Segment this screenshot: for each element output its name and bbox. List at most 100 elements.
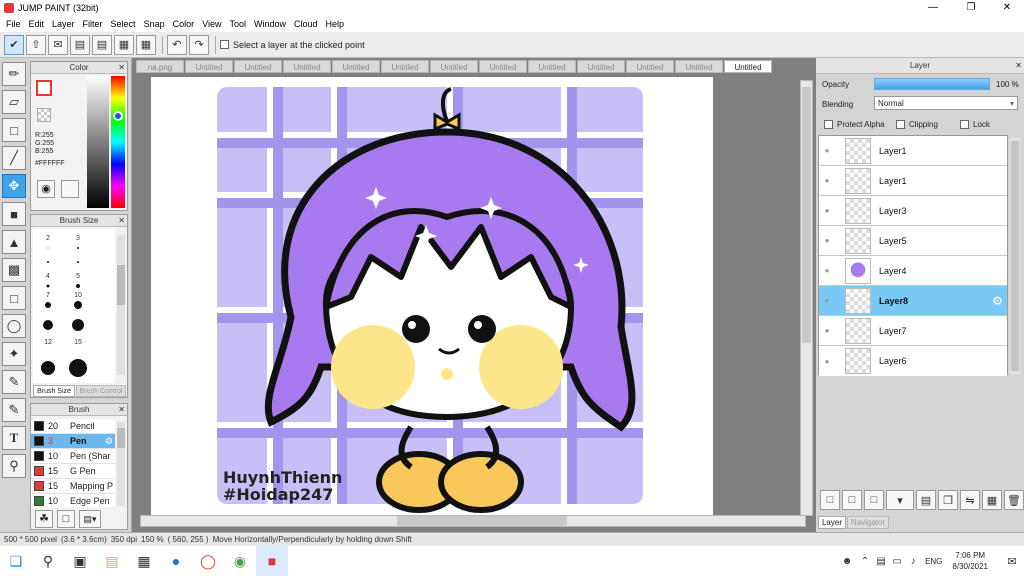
filter-icon[interactable]: ▦ <box>114 34 134 55</box>
select-pen-tool-icon[interactable]: ✎ <box>2 370 26 394</box>
tab-document[interactable]: Untitled <box>626 60 674 73</box>
brush-item[interactable]: 10 Edge Pen <box>31 494 115 507</box>
visibility-icon[interactable]: ● <box>819 146 835 155</box>
lock-checkbox[interactable] <box>960 120 969 130</box>
layer-list-scrollbar[interactable] <box>1010 138 1020 374</box>
layer-row[interactable]: ● Layer6 <box>819 346 1007 376</box>
menu-color[interactable]: Color <box>169 19 199 29</box>
brush-list-scrollbar[interactable] <box>117 422 125 506</box>
visibility-icon[interactable]: ● <box>819 206 835 215</box>
new-layer-icon[interactable]: □ <box>820 490 840 510</box>
brush-size-option[interactable] <box>63 358 93 382</box>
tab-document[interactable]: Untitled <box>528 60 576 73</box>
pen-tool-icon[interactable]: ✏ <box>2 62 26 86</box>
redo-icon[interactable]: ↷ <box>189 34 209 55</box>
visibility-icon[interactable]: ● <box>819 176 835 185</box>
brush-size-scrollbar[interactable] <box>117 235 125 375</box>
lock-option[interactable]: Lock <box>960 120 990 130</box>
new-raster-layer-icon[interactable]: □ <box>842 490 862 510</box>
maximize-button[interactable]: ❐ <box>954 0 988 16</box>
export-icon[interactable]: ⇧ <box>26 34 46 55</box>
merge-layer-icon[interactable]: ⇋ <box>960 490 980 510</box>
menu-tool[interactable]: Tool <box>225 19 250 29</box>
new-brush-icon[interactable]: □ <box>57 510 75 528</box>
new-text-layer-icon[interactable]: □ <box>864 490 884 510</box>
battery-icon[interactable]: ▭ <box>889 546 905 576</box>
lasso-tool-icon[interactable]: ◯ <box>2 314 26 338</box>
menu-window[interactable]: Window <box>250 19 290 29</box>
layer-row[interactable]: ● Layer1 <box>819 166 1007 196</box>
folder-icon[interactable]: ▤ <box>916 490 936 510</box>
windows-start-icon[interactable]: ❏ <box>0 546 32 576</box>
brush-size-option[interactable] <box>63 254 93 273</box>
brightness-slider[interactable] <box>87 76 109 208</box>
grid-icon[interactable]: ▦ <box>136 34 156 55</box>
comment-icon[interactable]: ✉ <box>48 34 68 55</box>
bucket-tool-icon[interactable]: ▲ <box>2 230 26 254</box>
chevron-up-icon[interactable]: ⌃ <box>857 546 873 576</box>
hue-handle[interactable] <box>113 111 123 121</box>
rectangle-tool-icon[interactable]: □ <box>2 118 26 142</box>
select-layer-checkbox[interactable] <box>220 40 229 49</box>
visibility-icon[interactable]: ● <box>819 266 835 275</box>
brush-item[interactable]: 20 Pencil <box>31 419 115 434</box>
layer-row[interactable]: ● Layer1 <box>819 136 1007 166</box>
blending-select[interactable]: Normal ▾ <box>874 96 1018 110</box>
text-tool-icon[interactable]: T <box>2 426 26 450</box>
tab-document[interactable]: Untitled <box>332 60 380 73</box>
brush-size-option[interactable]: 12 <box>33 339 63 358</box>
notification-icon[interactable]: ✉ <box>1000 546 1024 576</box>
brush-item[interactable]: 15 G Pen <box>31 464 115 479</box>
brush-item[interactable]: 10 Pen (Shar <box>31 449 115 464</box>
layer-row[interactable]: ● Layer7 <box>819 316 1007 346</box>
gradient-tool-icon[interactable]: ▩ <box>2 258 26 282</box>
tab-brush-size[interactable]: Brush Size <box>33 385 75 397</box>
visibility-icon[interactable]: ● <box>819 357 835 366</box>
tab-navigator[interactable]: Navigator <box>847 516 889 529</box>
brush-item-selected[interactable]: 3 Pen ⚙ <box>31 434 115 449</box>
protect-alpha-checkbox[interactable] <box>824 120 833 130</box>
close-icon[interactable]: ✕ <box>118 215 125 227</box>
volume-icon[interactable]: ♪ <box>905 546 921 576</box>
close-icon[interactable]: ✕ <box>1015 58 1022 74</box>
language-indicator[interactable]: ENG <box>925 557 942 566</box>
close-icon[interactable]: ✕ <box>118 62 125 74</box>
tab-document[interactable]: Untitled <box>479 60 527 73</box>
eraser-tool-icon[interactable]: ▱ <box>2 90 26 114</box>
menu-snap[interactable]: Snap <box>140 19 169 29</box>
brush-size-option[interactable]: 4 <box>33 273 63 292</box>
clear-layer-icon[interactable]: ▦ <box>982 490 1002 510</box>
document-canvas[interactable]: HuynhThienn #Hoidap247 <box>151 77 713 515</box>
fill-rect-tool-icon[interactable]: ■ <box>2 202 26 226</box>
menu-view[interactable]: View <box>198 19 225 29</box>
clipping-option[interactable]: Clipping <box>896 120 938 130</box>
palette-icon[interactable]: ◉ <box>37 180 55 198</box>
tab-layer[interactable]: Layer <box>818 516 846 529</box>
tab-document[interactable]: na.png <box>136 60 184 73</box>
visibility-icon[interactable]: ● <box>819 296 835 305</box>
tab-brush-control[interactable]: Brush Control <box>76 385 126 397</box>
layer-row[interactable]: ● Layer3 <box>819 196 1007 226</box>
menu-edit[interactable]: Edit <box>25 19 49 29</box>
color-set-icon[interactable] <box>61 180 79 198</box>
visibility-icon[interactable]: ● <box>819 236 835 245</box>
menu-help[interactable]: Help <box>322 19 349 29</box>
brush-size-option[interactable]: 7 <box>33 292 63 311</box>
paint-icon[interactable]: ◉ <box>224 546 256 576</box>
menu-layer[interactable]: Layer <box>48 19 79 29</box>
opacity-slider[interactable] <box>874 78 990 90</box>
zalo-icon[interactable]: ● <box>160 546 192 576</box>
menu-file[interactable]: File <box>2 19 25 29</box>
brush-size-option[interactable]: 10 <box>63 292 93 311</box>
brush-size-option[interactable]: 15 <box>63 339 93 358</box>
layer-row-selected[interactable]: ● Layer8 ⚙ <box>819 286 1007 316</box>
tab-document[interactable]: Untitled <box>185 60 233 73</box>
store-icon[interactable]: ▦ <box>128 546 160 576</box>
protect-alpha-option[interactable]: Protect Alpha <box>824 120 885 130</box>
move-tool-icon[interactable]: ✥ <box>2 174 26 198</box>
file-explorer-icon[interactable]: ▤ <box>96 546 128 576</box>
close-icon[interactable]: ✕ <box>118 404 125 416</box>
material-icon[interactable]: ▤ <box>70 34 90 55</box>
hue-slider[interactable] <box>111 76 125 208</box>
trash-icon[interactable]: 🗑 <box>1004 490 1024 510</box>
